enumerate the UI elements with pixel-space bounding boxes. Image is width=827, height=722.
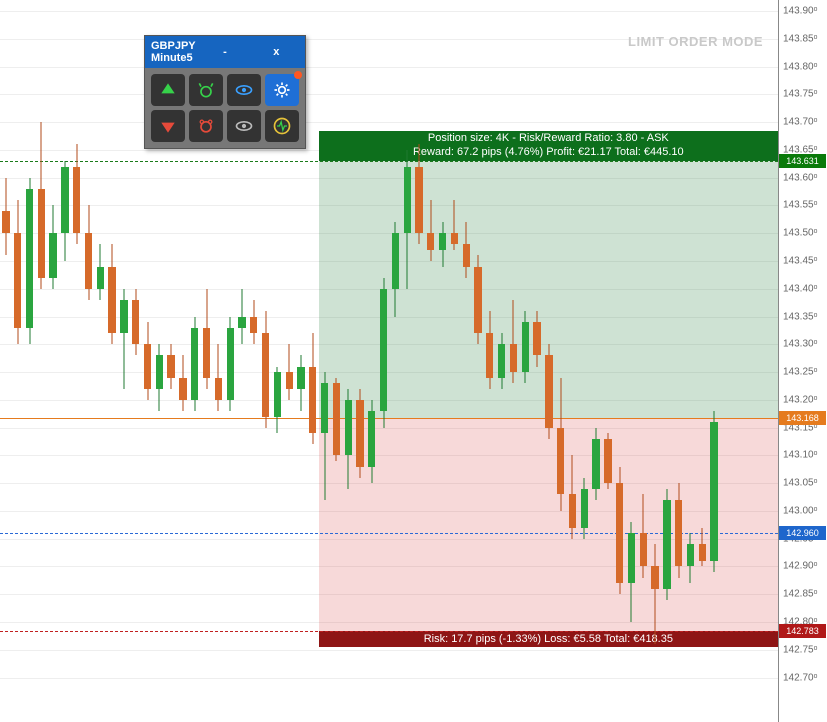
gear-icon[interactable] (265, 74, 299, 106)
y-tick-label: 142.90ᵒ (783, 561, 817, 572)
y-tick-label: 143.55ᵒ (783, 200, 817, 211)
panel-titlebar[interactable]: GBPJPY Minute5 - x (145, 36, 305, 68)
reward-info-strip: Position size: 4K - Risk/Reward Ratio: 3… (319, 131, 778, 161)
chart-container: Position size: 4K - Risk/Reward Ratio: 3… (0, 0, 827, 722)
y-tick-label: 143.75ᵒ (783, 89, 817, 100)
gridline (0, 122, 778, 123)
target-price-tag: 143.631 (779, 154, 826, 168)
stop-line[interactable] (0, 631, 778, 632)
y-tick-label: 143.25ᵒ (783, 367, 817, 378)
sell-down-icon[interactable] (151, 110, 185, 142)
y-tick-label: 143.05ᵒ (783, 478, 817, 489)
eye-off-icon[interactable] (227, 110, 261, 142)
gridline (0, 678, 778, 679)
bull-icon[interactable] (189, 74, 223, 106)
reward-line1: Position size: 4K - Risk/Reward Ratio: 3… (319, 132, 778, 145)
indicator-panel[interactable]: GBPJPY Minute5 - x (144, 35, 306, 149)
eye-icon[interactable] (227, 74, 261, 106)
y-tick-label: 143.20ᵒ (783, 394, 817, 405)
risk-zone (319, 418, 778, 632)
y-tick-label: 143.80ᵒ (783, 61, 817, 72)
y-tick-label: 143.00ᵒ (783, 505, 817, 516)
y-tick-label: 143.40ᵒ (783, 283, 817, 294)
stop-price-tag: 142.783 (779, 624, 826, 638)
gridline (0, 94, 778, 95)
risk-info-strip: Risk: 17.7 pips (-1.33%) Loss: €5.58 Tot… (319, 631, 778, 647)
close-icon[interactable]: x (254, 45, 299, 59)
price-axis: 143.90ᵒ 143.85ᵒ 143.80ᵒ 143.75ᵒ 143.70ᵒ 143.6… (778, 0, 827, 722)
limit-order-mode-label: LIMIT ORDER MODE (628, 34, 763, 49)
panel-title-text: GBPJPY Minute5 (151, 40, 196, 64)
y-tick-label: 142.75ᵒ (783, 644, 817, 655)
y-tick-label: 143.35ᵒ (783, 311, 817, 322)
panel-body (145, 68, 305, 148)
gridline (0, 67, 778, 68)
y-tick-label: 143.90ᵒ (783, 6, 817, 17)
gridline (0, 650, 778, 651)
entry-price-tag: 143.168 (779, 411, 826, 425)
gridline (0, 11, 778, 12)
y-tick-label: 142.85ᵒ (783, 589, 817, 600)
minimize-icon[interactable]: - (202, 45, 247, 59)
bear-icon[interactable] (189, 110, 223, 142)
y-tick-label: 143.50ᵒ (783, 228, 817, 239)
risk-line: Risk: 17.7 pips (-1.33%) Loss: €5.58 Tot… (319, 633, 778, 646)
target-line[interactable] (0, 161, 778, 162)
y-tick-label: 143.10ᵒ (783, 450, 817, 461)
plot-area[interactable]: Position size: 4K - Risk/Reward Ratio: 3… (0, 0, 778, 722)
y-tick-label: 142.70ᵒ (783, 672, 817, 683)
y-tick-label: 143.30ᵒ (783, 339, 817, 350)
y-tick-label: 143.45ᵒ (783, 256, 817, 267)
entry-line[interactable] (0, 418, 778, 419)
y-tick-label: 143.60ᵒ (783, 172, 817, 183)
current-price-line (0, 533, 778, 534)
buy-up-icon[interactable] (151, 74, 185, 106)
current-price-tag: 142.960 (779, 526, 826, 540)
y-tick-label: 143.70ᵒ (783, 117, 817, 128)
pulse-icon[interactable] (265, 110, 299, 142)
y-tick-label: 143.85ᵒ (783, 33, 817, 44)
reward-line2: Reward: 67.2 pips (4.76%) Profit: €21.17… (319, 146, 778, 159)
